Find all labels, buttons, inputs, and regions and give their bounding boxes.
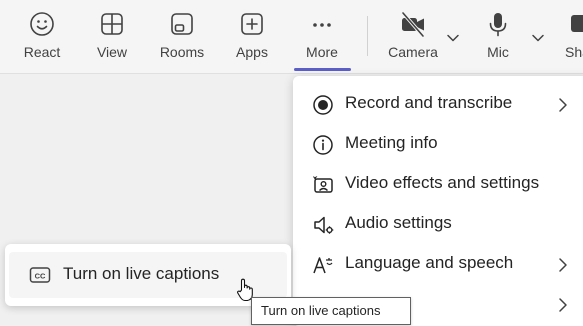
menu-item-audio-settings[interactable]: Audio settings bbox=[293, 205, 583, 245]
menu-item-label: Audio settings bbox=[345, 213, 452, 232]
svg-text:CC: CC bbox=[35, 272, 46, 281]
apps-button[interactable]: Apps bbox=[222, 10, 282, 66]
share-screen-icon bbox=[571, 15, 583, 32]
record-icon bbox=[313, 95, 333, 115]
mic-button[interactable]: Mic bbox=[468, 10, 528, 66]
meeting-toolbar: React View Rooms Apps More Camera Mic Sh bbox=[0, 0, 583, 74]
share-button[interactable]: Share bbox=[551, 10, 583, 66]
microphone-icon bbox=[489, 13, 507, 37]
menu-item-language-and-speech[interactable]: Language and speech bbox=[293, 245, 583, 285]
menu-item-label: Record and transcribe bbox=[345, 93, 513, 112]
toolbar-divider bbox=[367, 16, 368, 56]
more-options-menu: Record and transcribe Meeting info Video… bbox=[293, 76, 583, 326]
camera-off-icon bbox=[401, 11, 425, 38]
camera-button[interactable]: Camera bbox=[383, 10, 443, 66]
mic-label: Mic bbox=[487, 44, 509, 60]
language-icon bbox=[313, 257, 333, 274]
info-icon bbox=[313, 135, 333, 155]
chevron-right-icon bbox=[559, 298, 567, 312]
more-label: More bbox=[306, 44, 338, 60]
menu-item-label: Video effects and settings bbox=[345, 173, 540, 192]
menu-item-video-effects[interactable]: Video effects and settings bbox=[293, 165, 583, 205]
breakout-rooms-icon bbox=[171, 13, 193, 35]
tooltip-text: Turn on live captions bbox=[261, 303, 381, 318]
share-label: Share bbox=[565, 44, 583, 60]
more-button[interactable]: More bbox=[292, 10, 352, 66]
react-label: React bbox=[23, 44, 61, 60]
camera-options-chevron-icon[interactable] bbox=[446, 31, 460, 45]
more-active-indicator bbox=[294, 68, 351, 71]
rooms-label: Rooms bbox=[159, 44, 205, 60]
more-dots-icon bbox=[313, 23, 331, 27]
smiley-icon bbox=[30, 12, 54, 36]
camera-label: Camera bbox=[388, 44, 438, 60]
menu-item-label: Meeting info bbox=[345, 133, 438, 152]
menu-item-label: Language and speech bbox=[345, 253, 514, 272]
captions-label: Turn on live captions bbox=[63, 264, 220, 283]
speaker-settings-icon bbox=[314, 216, 334, 234]
rooms-button[interactable]: Rooms bbox=[152, 10, 212, 66]
chevron-right-icon bbox=[559, 98, 567, 112]
video-effects-icon bbox=[313, 175, 333, 193]
menu-item-meeting-info[interactable]: Meeting info bbox=[293, 125, 583, 165]
chevron-right-icon bbox=[559, 258, 567, 272]
view-label: View bbox=[96, 44, 128, 60]
add-app-icon bbox=[241, 13, 263, 35]
captions-tooltip: Turn on live captions bbox=[251, 297, 411, 325]
mic-options-chevron-icon[interactable] bbox=[531, 31, 545, 45]
menu-item-record-and-transcribe[interactable]: Record and transcribe bbox=[293, 85, 583, 125]
apps-label: Apps bbox=[236, 44, 268, 60]
react-button[interactable]: React bbox=[12, 10, 72, 66]
grid-view-icon bbox=[101, 13, 123, 35]
view-button[interactable]: View bbox=[82, 10, 142, 66]
closed-captions-icon: CC bbox=[29, 267, 51, 283]
